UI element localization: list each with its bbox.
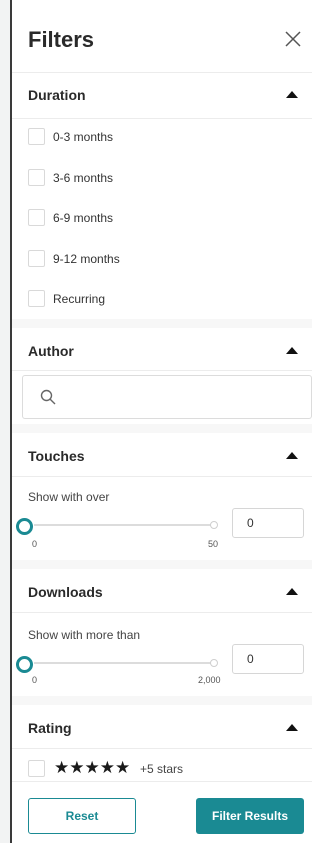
checkbox[interactable] — [28, 760, 45, 777]
collapse-caret-icon[interactable] — [286, 452, 298, 459]
downloads-value-input[interactable]: 0 — [232, 644, 304, 674]
slider-end-cap — [210, 521, 218, 529]
collapse-caret-icon[interactable] — [286, 724, 298, 731]
downloads-section-header[interactable]: Downloads — [12, 569, 312, 615]
divider — [12, 748, 312, 749]
duration-option-3-6[interactable]: 3-6 months — [28, 169, 278, 189]
duration-option-9-12[interactable]: 9-12 months — [28, 250, 278, 270]
close-icon[interactable] — [284, 30, 302, 48]
checkbox[interactable] — [28, 209, 45, 226]
author-search-field[interactable] — [22, 375, 312, 419]
collapse-caret-icon[interactable] — [286, 91, 298, 98]
touches-slider-track[interactable] — [34, 524, 216, 526]
author-search-input[interactable] — [67, 386, 301, 408]
author-section-header[interactable]: Author — [12, 328, 312, 374]
duration-option-0-3[interactable]: 0-3 months — [28, 128, 278, 148]
star-rating-icon: ★★★★★ — [54, 758, 131, 777]
checkbox[interactable] — [28, 250, 45, 267]
touches-slider-handle[interactable] — [16, 518, 33, 535]
downloads-hint: Show with more than — [28, 628, 141, 642]
duration-option-6-9[interactable]: 6-9 months — [28, 209, 278, 229]
touches-min-label: 0 — [32, 539, 38, 549]
downloads-label: Downloads — [28, 584, 103, 600]
touches-section-header[interactable]: Touches — [12, 433, 312, 479]
downloads-min-label: 0 — [32, 675, 38, 685]
touches-label: Touches — [28, 448, 85, 464]
rating-option-label: +5 stars — [140, 762, 184, 776]
touches-hint: Show with over — [28, 490, 110, 504]
option-label: 0-3 months — [53, 130, 114, 144]
option-label: Recurring — [53, 292, 106, 306]
divider — [12, 476, 312, 477]
section-gap — [12, 696, 312, 705]
reset-button[interactable]: Reset — [28, 798, 136, 834]
touches-value: 0 — [247, 516, 254, 530]
touches-max-label: 50 — [208, 539, 219, 549]
downloads-value: 0 — [247, 652, 254, 666]
slider-end-cap — [210, 659, 218, 667]
duration-option-recurring[interactable]: Recurring — [28, 290, 278, 310]
section-gap — [12, 319, 312, 328]
panel-title: Filters — [28, 27, 95, 52]
author-label: Author — [28, 343, 74, 359]
duration-label: Duration — [28, 87, 86, 103]
search-icon — [40, 389, 56, 405]
duration-section-header[interactable]: Duration — [12, 72, 312, 118]
downloads-slider-track[interactable] — [34, 662, 216, 664]
option-label: 3-6 months — [53, 171, 114, 185]
rating-section-header[interactable]: Rating — [12, 705, 312, 751]
filter-results-button[interactable]: Filter Results — [196, 798, 304, 834]
panel-footer: Reset Filter Results — [12, 781, 312, 844]
collapse-caret-icon[interactable] — [286, 347, 298, 354]
downloads-slider-handle[interactable] — [16, 656, 33, 673]
divider — [12, 118, 312, 119]
checkbox[interactable] — [28, 128, 45, 145]
divider — [12, 612, 312, 613]
divider — [12, 370, 312, 371]
option-label: 6-9 months — [53, 211, 114, 225]
rating-label: Rating — [28, 720, 72, 736]
option-label: 9-12 months — [53, 252, 120, 266]
collapse-caret-icon[interactable] — [286, 588, 298, 595]
section-gap — [12, 424, 312, 433]
filters-panel: Filters Duration 0-3 months 3-6 months 6… — [12, 0, 312, 844]
checkbox[interactable] — [28, 169, 45, 186]
panel-header: Filters — [12, 0, 312, 73]
downloads-max-label: 2,000 — [198, 675, 221, 685]
section-gap — [12, 560, 312, 569]
checkbox[interactable] — [28, 290, 45, 307]
touches-value-input[interactable]: 0 — [232, 508, 304, 538]
